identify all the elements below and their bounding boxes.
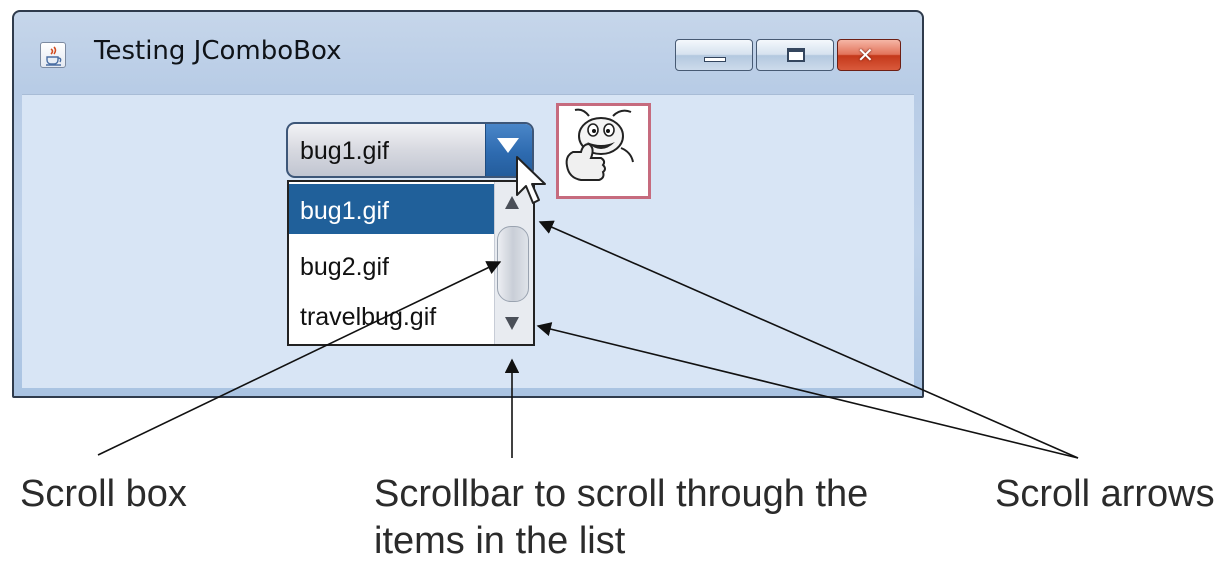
scroll-up-arrow-pointer	[538, 220, 1079, 459]
scroll-down-arrow-pointer	[536, 322, 1079, 459]
scroll-box-pointer	[97, 261, 502, 456]
caption-scrollbar-line-1: Scrollbar to scroll through the	[374, 473, 869, 515]
caption-scroll-arrows: Scroll arrows	[995, 473, 1215, 515]
caption-scrollbar: Scrollbar to scroll through the items in…	[374, 471, 868, 565]
caption-scroll-box: Scroll box	[20, 473, 187, 515]
caption-scrollbar-line-2: items in the list	[374, 520, 626, 562]
